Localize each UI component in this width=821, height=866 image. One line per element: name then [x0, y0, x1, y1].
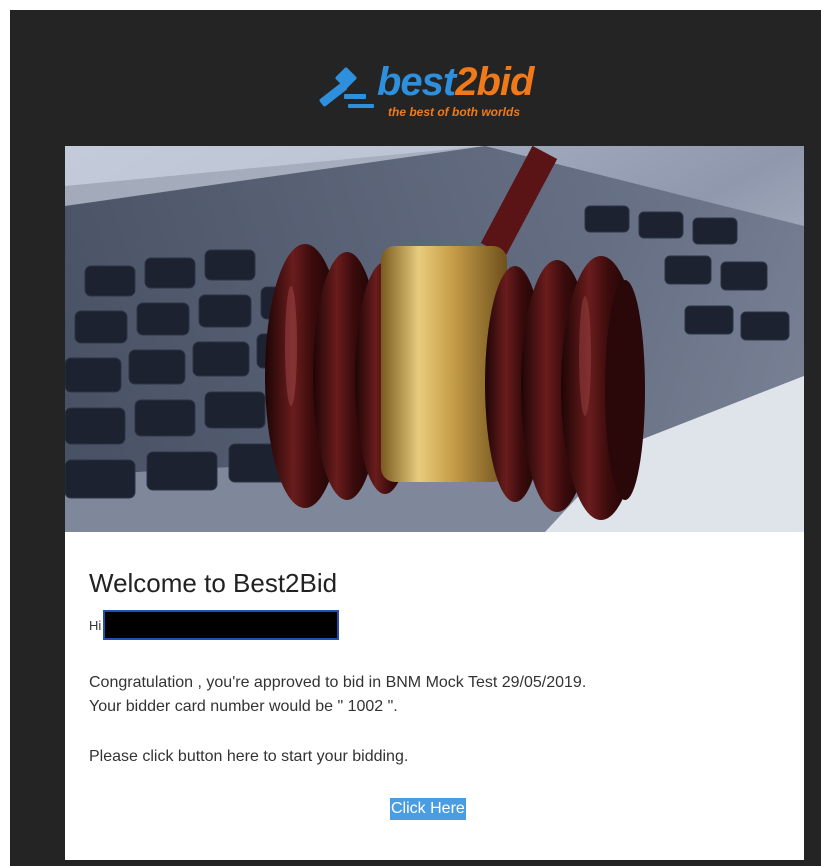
logo-tagline: the best of both worlds	[388, 105, 520, 119]
hero-image	[65, 146, 804, 532]
approval-message: Congratulation , you're approved to bid …	[89, 674, 587, 691]
brand-logo: best2bid the best of both worlds	[310, 58, 570, 138]
welcome-heading: Welcome to Best2Bid	[89, 568, 338, 598]
gavel-icon	[319, 67, 374, 108]
logo-wordmark-suffix: 2bid	[455, 60, 534, 104]
message-card: Welcome to Best2Bid Hi Congratulation , …	[65, 532, 804, 860]
redacted-recipient	[103, 610, 340, 640]
greeting-label: Hi	[89, 617, 102, 633]
greeting-row: Hi	[89, 608, 340, 642]
logo-wordmark: best2bid	[377, 58, 534, 106]
gavel-laptop-illustration	[65, 146, 804, 532]
email-frame: best2bid the best of both worlds Welcome…	[10, 10, 821, 866]
click-here-button[interactable]: Click Here	[390, 798, 466, 820]
logo-wordmark-prefix: best	[377, 60, 456, 104]
instruction-message: Please click button here to start your b…	[89, 748, 409, 765]
bidder-card-message: Your bidder card number would be " 1002 …	[89, 698, 398, 715]
